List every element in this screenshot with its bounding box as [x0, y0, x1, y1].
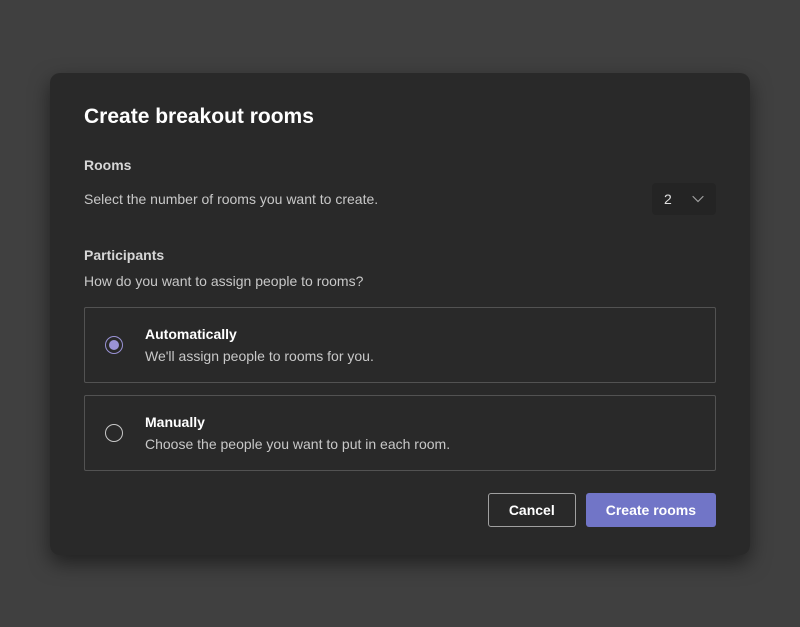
option-title: Automatically [145, 326, 374, 342]
option-text: Automatically We'll assign people to roo… [145, 326, 374, 364]
assign-option-automatically[interactable]: Automatically We'll assign people to roo… [84, 307, 716, 383]
participants-section: Participants How do you want to assign p… [84, 247, 716, 471]
participants-question: How do you want to assign people to room… [84, 273, 716, 289]
rooms-section: Rooms Select the number of rooms you wan… [84, 157, 716, 215]
participants-label: Participants [84, 247, 716, 263]
create-rooms-button[interactable]: Create rooms [586, 493, 716, 527]
breakout-rooms-dialog: Create breakout rooms Rooms Select the n… [50, 73, 750, 555]
rooms-helper-text: Select the number of rooms you want to c… [84, 191, 378, 207]
option-desc: Choose the people you want to put in eac… [145, 436, 450, 452]
assign-option-manually[interactable]: Manually Choose the people you want to p… [84, 395, 716, 471]
rooms-count-select[interactable]: 2 [652, 183, 716, 215]
radio-icon [105, 336, 123, 354]
rooms-row: Select the number of rooms you want to c… [84, 183, 716, 215]
dialog-buttons: Cancel Create rooms [84, 493, 716, 527]
rooms-count-value: 2 [664, 191, 672, 207]
option-desc: We'll assign people to rooms for you. [145, 348, 374, 364]
option-text: Manually Choose the people you want to p… [145, 414, 450, 452]
rooms-label: Rooms [84, 157, 716, 173]
option-title: Manually [145, 414, 450, 430]
dialog-title: Create breakout rooms [84, 105, 716, 129]
chevron-down-icon [692, 195, 704, 203]
radio-icon [105, 424, 123, 442]
radio-inner-icon [109, 340, 119, 350]
cancel-button[interactable]: Cancel [488, 493, 576, 527]
